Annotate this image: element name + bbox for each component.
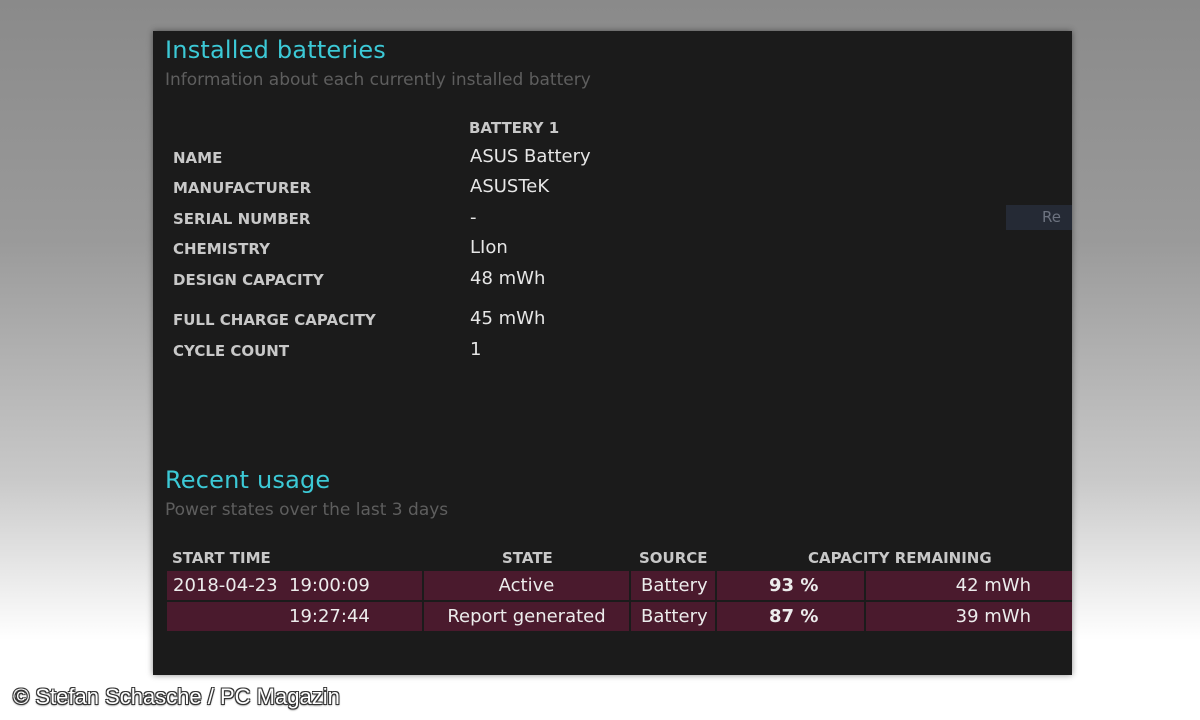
property-label: NAME — [173, 149, 223, 167]
capacity-cell: 39 mWh — [866, 602, 1072, 631]
property-value: 1 — [470, 339, 482, 360]
installed-batteries-title: Installed batteries — [165, 36, 387, 64]
property-value: 45 mWh — [470, 308, 546, 329]
property-row-design-capacity: DESIGN CAPACITY 48 mWh — [173, 268, 773, 297]
property-row-manufacturer: MANUFACTURER ASUSTeK — [173, 176, 773, 205]
start-time-cell: 2018-04-23 19:00:09 — [167, 571, 422, 600]
property-row-chemistry: CHEMISTRY LIon — [173, 237, 773, 266]
percent-cell: 93 % — [717, 571, 864, 600]
recent-usage-subtitle: Power states over the last 3 days — [165, 500, 449, 520]
property-value: - — [470, 207, 477, 228]
property-label: SERIAL NUMBER — [173, 210, 311, 228]
property-label: FULL CHARGE CAPACITY — [173, 311, 376, 329]
start-time-cell: 19:27:44 — [167, 602, 422, 631]
start-time: 19:27:44 — [289, 606, 370, 627]
percent-cell: 87 % — [717, 602, 864, 631]
source-cell: Battery — [631, 602, 715, 631]
source-cell: Battery — [631, 571, 715, 600]
property-value: ASUS Battery — [470, 146, 591, 167]
property-label: CHEMISTRY — [173, 240, 270, 258]
property-label: CYCLE COUNT — [173, 342, 290, 360]
copyright-watermark: © Stefan Schasche / PC Magazin — [13, 684, 340, 709]
start-date: 2018-04-23 — [173, 575, 278, 596]
header-start-time: START TIME — [172, 549, 271, 567]
header-capacity-remaining: CAPACITY REMAINING — [808, 549, 992, 567]
property-row-cycle-count: CYCLE COUNT 1 — [173, 339, 773, 368]
property-value: LIon — [470, 237, 508, 258]
state-cell: Report generated — [424, 602, 629, 631]
table-row: 2018-04-23 19:00:09 Active Battery 93 % … — [167, 571, 1072, 600]
property-label: MANUFACTURER — [173, 179, 312, 197]
capacity-cell: 42 mWh — [866, 571, 1072, 600]
property-label: DESIGN CAPACITY — [173, 271, 324, 289]
state-cell: Active — [424, 571, 629, 600]
installed-batteries-subtitle: Information about each currently install… — [165, 70, 591, 90]
recent-usage-title: Recent usage — [165, 466, 331, 494]
property-value: 48 mWh — [470, 268, 546, 289]
recent-usage-table: START TIME STATE SOURCE CAPACITY REMAINI… — [167, 543, 1072, 633]
header-state: STATE — [502, 549, 553, 567]
table-row: 19:27:44 Report generated Battery 87 % 3… — [167, 602, 1072, 631]
property-row-name: NAME ASUS Battery — [173, 146, 773, 175]
battery-report-panel: Installed batteries Information about ea… — [153, 31, 1072, 675]
battery-column-header: BATTERY 1 — [469, 119, 560, 137]
header-source: SOURCE — [639, 549, 708, 567]
start-time: 19:00:09 — [289, 575, 370, 596]
property-row-full-charge-capacity: FULL CHARGE CAPACITY 45 mWh — [173, 308, 773, 337]
report-button[interactable]: Re — [1006, 205, 1072, 230]
property-value: ASUSTeK — [470, 176, 550, 197]
property-row-serial-number: SERIAL NUMBER - — [173, 207, 773, 236]
